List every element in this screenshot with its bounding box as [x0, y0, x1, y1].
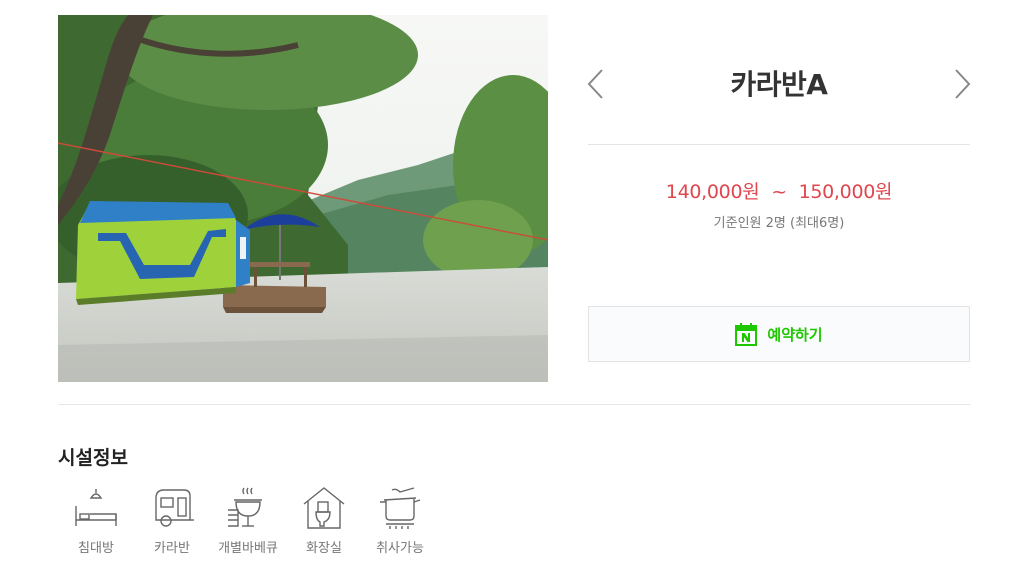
- bed-icon: [75, 489, 117, 526]
- barbecue-grill-icon: [228, 487, 262, 527]
- title-row: 카라반A: [587, 15, 972, 145]
- price-separator: ~: [771, 181, 787, 203]
- facilities-title: 시설정보: [58, 447, 128, 469]
- facility-label: 카라반: [154, 541, 190, 556]
- facility-label: 취사가능: [376, 541, 424, 556]
- facility-label: 화장실: [306, 541, 342, 556]
- facility-item-cooking: 취사가능: [362, 486, 438, 556]
- next-room-button[interactable]: [952, 67, 972, 101]
- room-detail-panel: 카라반A 140,000원 ~ 150,000원 기준인원 2명 (최대6명) …: [587, 15, 972, 362]
- reserve-button[interactable]: 예약하기: [588, 306, 970, 362]
- reserve-label: 예약하기: [767, 325, 823, 344]
- caravan-icon: [155, 489, 194, 527]
- section-divider: [58, 404, 970, 405]
- cooking-pot-icon: [380, 487, 421, 529]
- price-range: 140,000원 ~ 150,000원: [588, 177, 970, 204]
- facility-item-caravan: 카라반: [134, 486, 210, 556]
- facility-item-bed: 침대방: [58, 486, 134, 556]
- chevron-right-icon: [955, 69, 971, 99]
- price-max: 150,000원: [798, 181, 893, 203]
- facility-item-toilet: 화장실: [286, 486, 362, 556]
- capacity-info: 기준인원 2명 (최대6명): [713, 216, 845, 231]
- price-min: 140,000원: [665, 181, 760, 203]
- facility-label: 개별바베큐: [218, 541, 278, 556]
- toilet-icon: [303, 487, 345, 529]
- room-photo: [58, 15, 548, 382]
- facility-item-barbecue: 개별바베큐: [210, 486, 286, 556]
- facilities-list: 침대방 카라반 개별바베큐 화장실 취사가능: [58, 486, 438, 556]
- room-title: 카라반A: [730, 68, 828, 101]
- naver-calendar-icon: [735, 323, 758, 346]
- facility-label: 침대방: [78, 541, 114, 556]
